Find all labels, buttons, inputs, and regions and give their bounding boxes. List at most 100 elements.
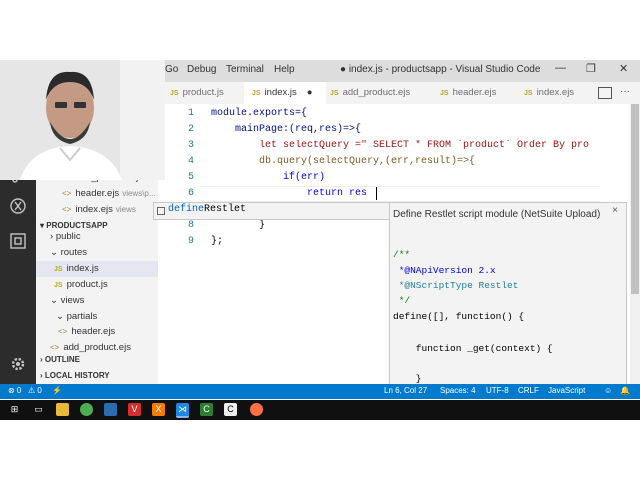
suggestion-details-panel: Define Restlet script module (NetSuite U…	[389, 202, 627, 386]
text-cursor	[376, 187, 377, 200]
line-number: 1	[187, 108, 194, 119]
task-view-icon[interactable]: ▭	[32, 403, 45, 416]
tab-index-ejs[interactable]: JS index.ejs	[520, 82, 594, 104]
line-number: 3	[187, 140, 194, 151]
more-actions-icon[interactable]: ···	[620, 86, 630, 97]
details-code-line: define([], function() {	[393, 311, 525, 322]
cursor-position[interactable]: Ln 6, Col 27	[384, 386, 427, 395]
js-file-icon: JS	[524, 90, 533, 97]
line-number: 2	[187, 124, 194, 135]
local-history-section-header[interactable]: › LOCAL HISTORY	[40, 368, 110, 384]
tree-folder-public[interactable]: › public	[50, 229, 81, 245]
tab-header-ejs[interactable]: JS header.ejs	[436, 82, 520, 104]
open-editor-index[interactable]: <> index.ejs views	[62, 202, 136, 218]
suggestion-match: define	[168, 204, 205, 215]
open-editor-header[interactable]: <> header.ejs views\p...	[62, 186, 156, 202]
settings-gear-icon[interactable]	[8, 356, 28, 376]
scrollbar-thumb[interactable]	[631, 104, 639, 294]
webcam-overlay	[0, 60, 165, 180]
chevron-down-icon: ⌄	[50, 295, 61, 306]
menu-help[interactable]: Help	[274, 64, 295, 75]
line-number: 6	[187, 188, 194, 199]
snippet-icon	[157, 207, 165, 215]
firefox-icon[interactable]	[250, 403, 263, 416]
close-icon[interactable]: ×	[612, 205, 618, 216]
window-title: ● index.js - productsapp - Visual Studio…	[340, 64, 541, 75]
code-line: };	[211, 236, 224, 247]
js-file-icon: JS	[252, 90, 261, 97]
details-title: Define Restlet script module (NetSuite U…	[393, 209, 601, 220]
vivaldi-icon[interactable]: V	[128, 403, 141, 416]
line-number: 5	[187, 172, 194, 183]
details-code-line: */	[393, 295, 411, 306]
line-ending[interactable]: CRLF	[518, 386, 539, 395]
code-line: db.query(selectQuery,(err,result)=>{	[211, 156, 476, 167]
windows-taskbar	[0, 400, 640, 420]
ejs-file-icon: <>	[50, 343, 60, 352]
encoding[interactable]: UTF-8	[486, 386, 509, 395]
menu-terminal[interactable]: Terminal	[226, 64, 264, 75]
code-line: return res	[211, 188, 368, 199]
file-explorer-icon[interactable]	[56, 403, 69, 416]
close-window-button[interactable]: ✕	[619, 62, 628, 75]
tab-index-js[interactable]: JS index.js ●	[244, 82, 326, 104]
bell-icon[interactable]: 🔔	[620, 386, 630, 395]
tree-folder-views[interactable]: ⌄ views	[50, 293, 84, 309]
tree-file-index-js[interactable]: JS index.js	[36, 261, 158, 277]
tree-file-header-ejs[interactable]: <> header.ejs	[58, 324, 115, 340]
chevron-down-icon: ⌄	[50, 247, 61, 258]
outline-section-header[interactable]: › OUTLINE	[40, 352, 80, 368]
network-icon[interactable]	[104, 403, 117, 416]
chrome-icon[interactable]	[80, 403, 93, 416]
menu-debug[interactable]: Debug	[187, 64, 216, 75]
debug-icon[interactable]	[8, 197, 28, 217]
details-code-line: function _get(context) {	[393, 343, 553, 354]
js-file-icon: JS	[330, 90, 339, 97]
line-number: 8	[187, 220, 194, 231]
extensions-icon[interactable]	[8, 233, 28, 253]
code-line: }	[211, 220, 266, 231]
language-mode[interactable]: JavaScript	[548, 386, 585, 395]
windows-icon[interactable]: ⊞	[8, 403, 21, 416]
ejs-file-icon: <>	[58, 327, 68, 336]
menu-go[interactable]: Go	[165, 64, 178, 75]
ejs-file-icon: <>	[62, 189, 72, 198]
line-number: 9	[187, 236, 194, 247]
tree-folder-partials[interactable]: ⌄ partials	[56, 309, 97, 325]
code-line: module.exports={	[211, 108, 308, 119]
smiley-icon[interactable]: ☺	[604, 386, 612, 395]
tree-folder-routes[interactable]: ⌄ routes	[50, 245, 87, 261]
unsaved-dot-icon[interactable]: ●	[307, 87, 313, 98]
js-file-icon: JS	[440, 90, 449, 97]
tree-file-product-js[interactable]: JS product.js	[54, 277, 108, 293]
screen-bottom-area	[0, 418, 640, 480]
lightning-icon[interactable]: ⚡	[52, 386, 62, 395]
suggestion-item[interactable]: defineRestlet	[153, 202, 391, 220]
vscode-icon[interactable]: ⋊	[176, 403, 189, 418]
js-file-icon: JS	[54, 266, 63, 273]
indentation[interactable]: Spaces: 4	[440, 386, 476, 395]
suggestion-rest: Restlet	[204, 204, 247, 215]
details-code-line: *@NScriptType Restlet	[393, 280, 519, 291]
camtasia-icon[interactable]: C	[200, 403, 213, 416]
tab-add-product-ejs[interactable]: JS add_product.ejs	[326, 82, 430, 104]
xampp-icon[interactable]: X	[152, 403, 165, 416]
details-code-line: /**	[393, 249, 411, 260]
js-file-icon: JS	[54, 282, 63, 289]
ejs-file-icon: <>	[62, 205, 72, 214]
minimize-button[interactable]: —	[555, 62, 566, 74]
status-bar	[0, 384, 640, 399]
details-code-line: *@NApiVersion 2.x	[393, 265, 496, 276]
screen-top-area	[0, 0, 640, 60]
code-line: if(err)	[211, 172, 326, 183]
problems-errors[interactable]: ⊗ 0	[8, 386, 21, 395]
js-file-icon: JS	[170, 90, 179, 97]
split-editor-icon[interactable]	[598, 87, 612, 99]
details-code-line: }	[393, 373, 422, 384]
tab-product-js[interactable]: JS product.js	[166, 82, 248, 104]
chevron-down-icon: ⌄	[56, 311, 67, 322]
problems-warnings[interactable]: ⚠ 0	[28, 386, 42, 395]
command-icon[interactable]: C	[224, 403, 237, 416]
line-number: 4	[187, 156, 194, 167]
maximize-button[interactable]: ❐	[586, 62, 596, 75]
